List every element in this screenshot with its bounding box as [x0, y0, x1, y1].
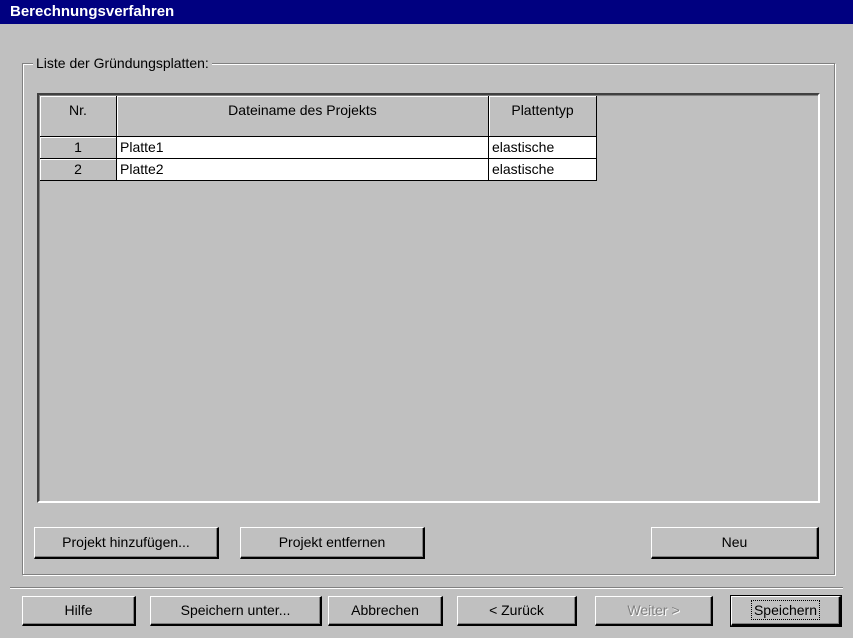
help-button[interactable]: Hilfe	[22, 596, 136, 626]
group-label: Liste der Gründungsplatten:	[33, 54, 212, 72]
save-button-label: Speichern	[750, 600, 821, 620]
footer-separator	[10, 587, 843, 589]
cell-filename[interactable]: Platte2	[117, 159, 489, 181]
add-project-button[interactable]: Projekt hinzufügen...	[34, 527, 219, 559]
row-number[interactable]: 2	[40, 159, 117, 181]
column-header-nr[interactable]: Nr.	[40, 96, 117, 137]
column-header-filename[interactable]: Dateiname des Projekts	[117, 96, 489, 137]
row-number[interactable]: 1	[40, 137, 117, 159]
cell-plate-type[interactable]: elastische	[489, 159, 597, 181]
column-header-plate-type[interactable]: Plattentyp	[489, 96, 597, 137]
cancel-button[interactable]: Abbrechen	[328, 596, 443, 626]
next-button: Weiter >	[595, 596, 713, 626]
table-body: Nr. Dateiname des Projekts Plattentyp 1 …	[39, 95, 818, 501]
cell-plate-type[interactable]: elastische	[489, 137, 597, 159]
new-button[interactable]: Neu	[651, 527, 819, 559]
save-as-button[interactable]: Speichern unter...	[150, 596, 322, 626]
title-bar: Berechnungsverfahren	[0, 0, 853, 24]
foundation-plate-table[interactable]: Nr. Dateiname des Projekts Plattentyp 1 …	[37, 93, 820, 503]
save-button[interactable]: Speichern	[730, 595, 842, 627]
cell-filename[interactable]: Platte1	[117, 137, 489, 159]
remove-project-button[interactable]: Projekt entfernen	[240, 527, 425, 559]
back-button[interactable]: < Zurück	[457, 596, 577, 626]
window-title: Berechnungsverfahren	[10, 3, 175, 20]
